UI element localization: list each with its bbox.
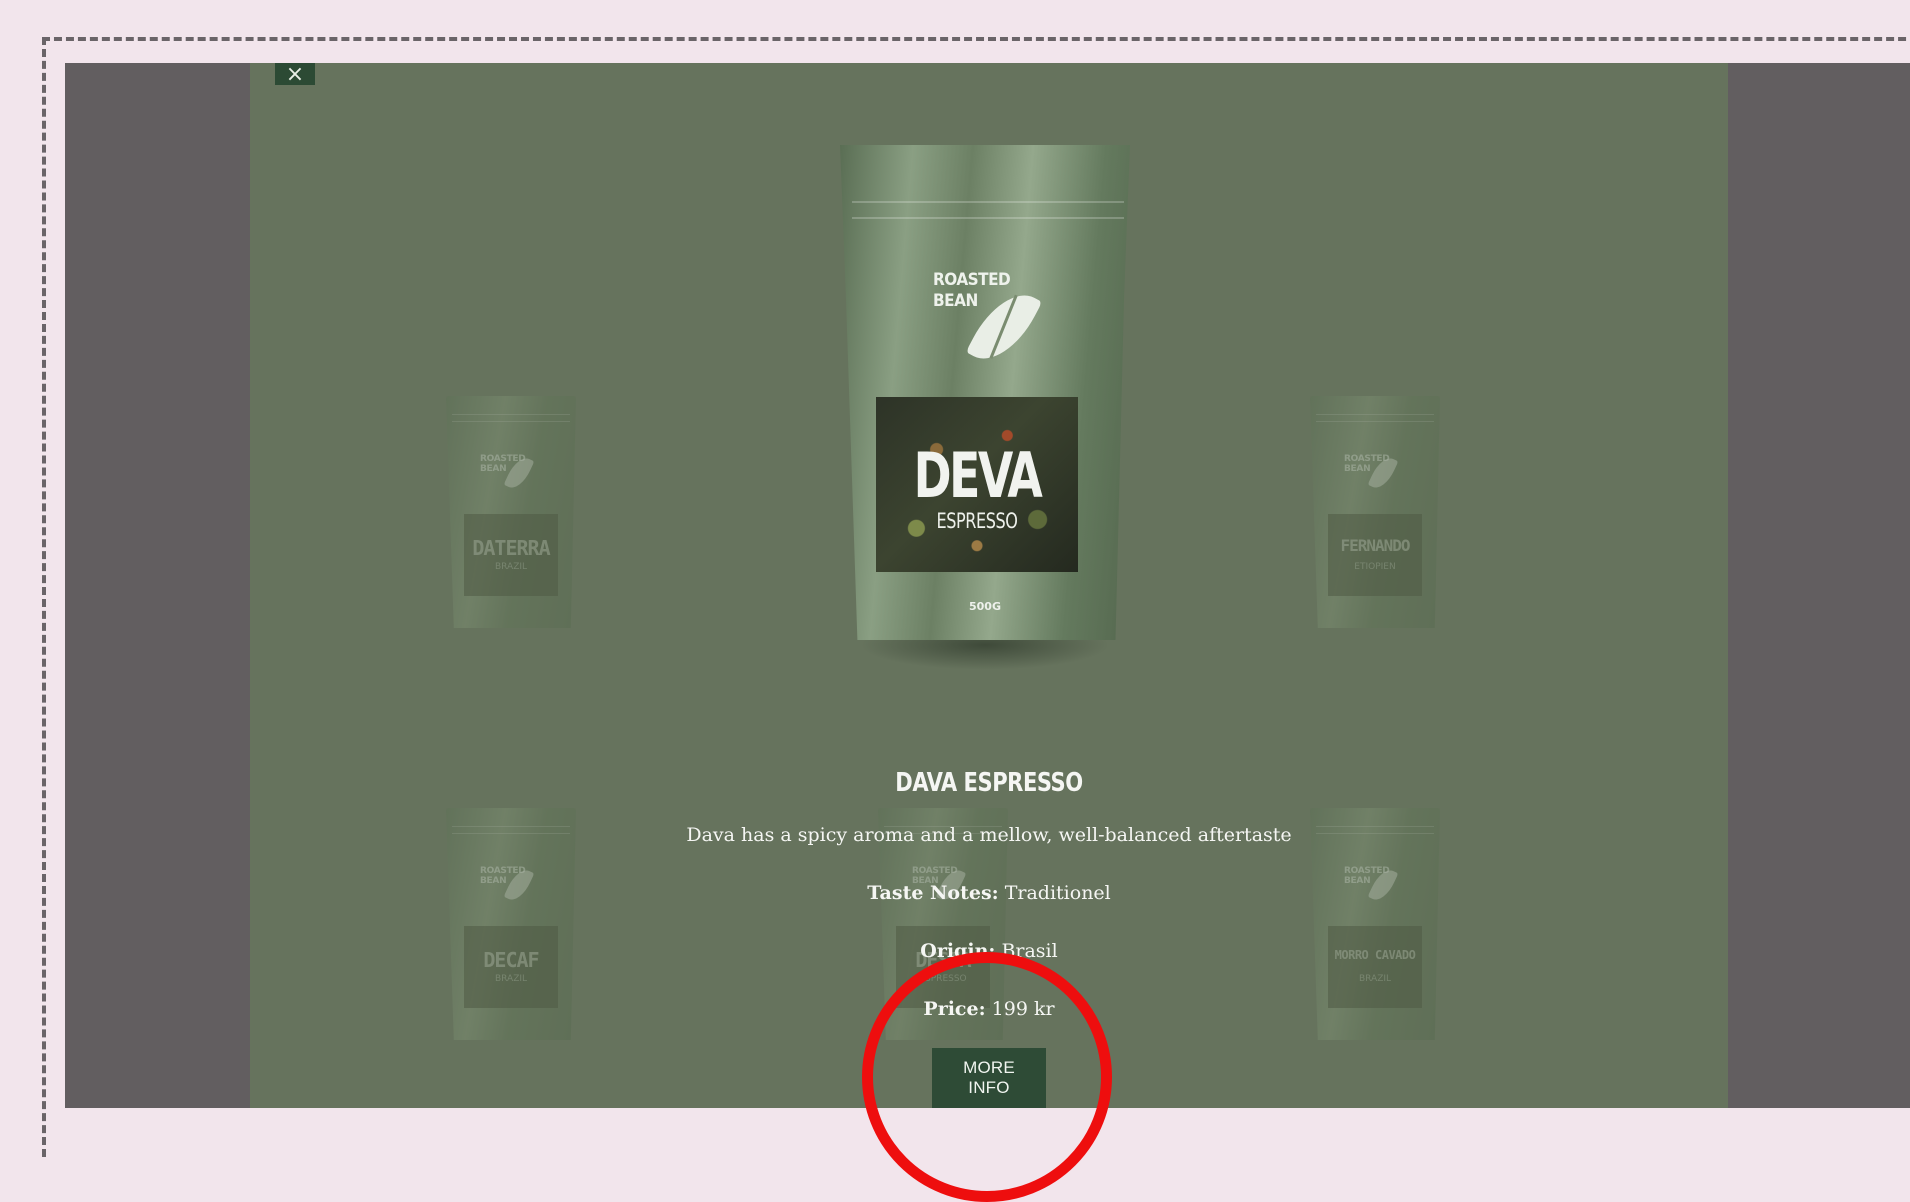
price-label: Price: — [923, 998, 986, 1020]
bag-name: DEVA — [913, 439, 1043, 512]
taste-notes-value: Traditionel — [1004, 882, 1111, 904]
origin-label: Origin: — [920, 940, 996, 962]
background-product-daterra: ROASTED BEAN DATERRA BRAZIL — [446, 396, 576, 628]
origin: Origin: Brasil — [250, 940, 1728, 962]
bag-weight: 500G — [969, 600, 1001, 613]
close-icon: × — [285, 63, 305, 87]
product-image: ROASTED BEAN DEVA ESPRESSO 500G — [840, 145, 1130, 670]
product-modal: × ROASTED BEAN DATERRA BRAZIL ROASTED BE… — [250, 63, 1728, 1108]
price: Price: 199 kr — [250, 998, 1728, 1020]
origin-value: Brasil — [1001, 940, 1058, 962]
product-title: DAVA ESPRESSO — [895, 768, 1083, 798]
product-description: Dava has a spicy aroma and a mellow, wel… — [686, 824, 1292, 846]
bag-label: DEVA ESPRESSO — [876, 397, 1078, 572]
bag-type: ESPRESSO — [936, 509, 1018, 533]
taste-notes-label: Taste Notes: — [867, 882, 999, 904]
background-product-fernando: ROASTED BEAN FERNANDO ETIOPIEN — [1310, 396, 1440, 628]
taste-notes: Taste Notes: Traditionel — [250, 882, 1728, 904]
close-button[interactable]: × — [275, 63, 315, 87]
more-info-button[interactable]: MORE INFO — [932, 1048, 1046, 1108]
product-info: DAVA ESPRESSO Dava has a spicy aroma and… — [250, 768, 1728, 1108]
price-value: 199 kr — [991, 998, 1055, 1020]
page-overlay: × ROASTED BEAN DATERRA BRAZIL ROASTED BE… — [65, 63, 1910, 1108]
